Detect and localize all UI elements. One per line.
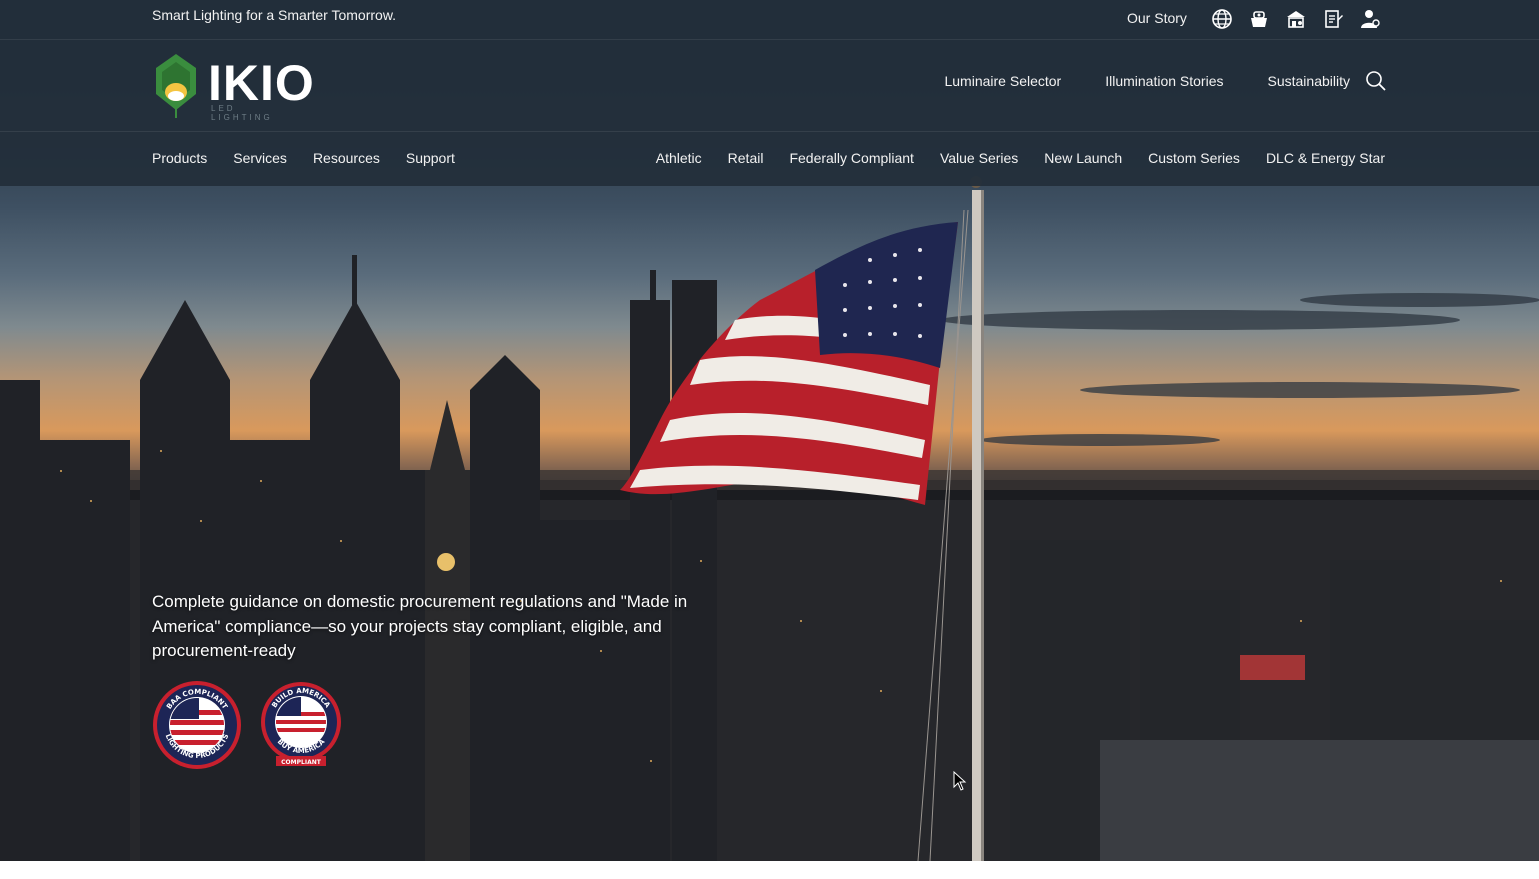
nav-products[interactable]: Products: [152, 150, 207, 166]
our-story-link[interactable]: Our Story: [1127, 10, 1187, 26]
globe-icon[interactable]: [1211, 8, 1233, 30]
page-bottom-strip: [0, 861, 1539, 879]
nav-resources[interactable]: Resources: [313, 150, 380, 166]
nav-services[interactable]: Services: [233, 150, 287, 166]
clipboard-icon[interactable]: [1322, 8, 1344, 30]
main-links: Luminaire Selector Illumination Stories …: [944, 73, 1350, 89]
hero-description: Complete guidance on domestic procuremen…: [152, 592, 688, 660]
baa-compliant-badge: BAA COMPLIANT LIGHTING PRODUCTS: [153, 681, 241, 769]
tagline: Smart Lighting for a Smarter Tomorrow.: [152, 7, 397, 23]
top-bar: Smart Lighting for a Smarter Tomorrow. O…: [0, 0, 1539, 40]
utility-icons: [1211, 8, 1381, 30]
logo-subtitle: LED LIGHTING: [211, 104, 273, 122]
nav-athletic[interactable]: Athletic: [656, 150, 702, 166]
category-nav: Athletic Retail Federally Compliant Valu…: [656, 150, 1385, 166]
nav-retail[interactable]: Retail: [728, 150, 764, 166]
nav-dlc-energy-star[interactable]: DLC & Energy Star: [1266, 150, 1385, 166]
nav-bar: Products Services Resources Support Athl…: [0, 132, 1539, 186]
ikio-logo[interactable]: IKIO LED LIGHTING: [152, 52, 314, 122]
svg-text:COMPLIANT: COMPLIANT: [281, 759, 322, 766]
mouse-cursor-icon: [953, 771, 967, 791]
cart-icon[interactable]: [1248, 8, 1270, 30]
nav-custom-series[interactable]: Custom Series: [1148, 150, 1240, 166]
nav-new-launch[interactable]: New Launch: [1044, 150, 1122, 166]
sustainability-link[interactable]: Sustainability: [1268, 73, 1351, 89]
build-america-buy-america-badge: BUILD AMERICA BUY AMERICA COMPLIANT: [261, 682, 341, 766]
user-icon[interactable]: [1359, 8, 1381, 30]
american-flag: [620, 222, 958, 505]
illumination-stories-link[interactable]: Illumination Stories: [1105, 73, 1223, 89]
main-bar: IKIO LED LIGHTING Luminaire Selector Ill…: [0, 40, 1539, 132]
site-header: Smart Lighting for a Smarter Tomorrow. O…: [0, 0, 1539, 186]
nav-value-series[interactable]: Value Series: [940, 150, 1018, 166]
compliance-badges: BAA COMPLIANT LIGHTING PRODUCTS BUILD AM…: [152, 680, 346, 770]
nav-federally-compliant[interactable]: Federally Compliant: [789, 150, 914, 166]
primary-nav: Products Services Resources Support: [152, 150, 455, 166]
page: Smart Lighting for a Smarter Tomorrow. O…: [0, 0, 1539, 879]
luminaire-selector-link[interactable]: Luminaire Selector: [944, 73, 1061, 89]
store-icon[interactable]: [1285, 8, 1307, 30]
logo-leaf-icon: [156, 54, 196, 118]
search-icon[interactable]: [1365, 70, 1387, 92]
nav-support[interactable]: Support: [406, 150, 455, 166]
